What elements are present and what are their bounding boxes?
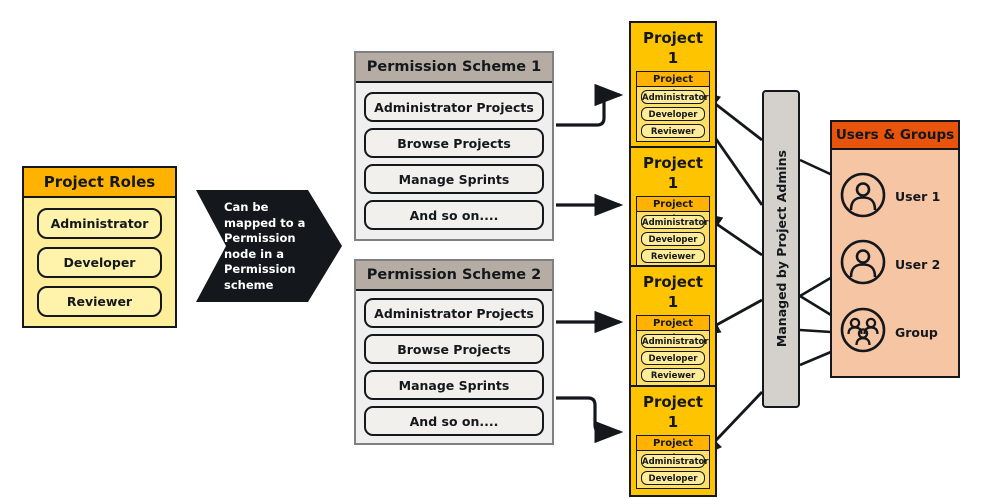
project-card-2: Project 1 Project Roles Administrator De… bbox=[629, 146, 717, 275]
project-role-administrator[interactable]: Administrator bbox=[641, 334, 709, 348]
group-icon bbox=[840, 307, 886, 357]
role-pill-reviewer[interactable]: Reviewer bbox=[37, 285, 162, 317]
project-roles-box: Project Roles Administrator Developer Re… bbox=[636, 196, 710, 267]
role-pill-administrator[interactable]: Administrator bbox=[37, 207, 162, 239]
user-icon bbox=[840, 172, 886, 222]
project-roles-box: Project Roles Administrator Developer Re… bbox=[636, 315, 710, 386]
permission-scheme-1-list: Administrator Projects Browse Projects M… bbox=[356, 83, 552, 239]
connector-scheme2-project4 bbox=[556, 396, 624, 444]
permission-item-manage-sprints[interactable]: Manage Sprints bbox=[364, 370, 544, 400]
list-item-group[interactable]: Group bbox=[840, 307, 952, 357]
permission-scheme-2-header: Permission Scheme 2 bbox=[356, 261, 552, 291]
project-title: Project 1 bbox=[642, 273, 704, 311]
permission-scheme-1-card: Permission Scheme 1 Administrator Projec… bbox=[354, 51, 554, 241]
project-roles-box: Project Roles Administrator Developer Re… bbox=[636, 71, 710, 142]
project-roles-list: Administrator Developer Reviewer bbox=[24, 198, 175, 326]
project-title: Project 1 bbox=[642, 393, 704, 431]
project-role-developer[interactable]: Developer bbox=[641, 107, 705, 121]
permission-scheme-1-header: Permission Scheme 1 bbox=[356, 53, 552, 83]
project-card-4: Project 1 Project Roles Administrator De… bbox=[629, 385, 717, 497]
user-label: User 1 bbox=[895, 189, 941, 205]
permission-item-and-so-on[interactable]: And so on.... bbox=[364, 406, 544, 436]
permission-item-administrator-projects[interactable]: Administrator Projects bbox=[364, 298, 544, 328]
permission-item-administrator-projects[interactable]: Administrator Projects bbox=[364, 92, 544, 122]
project-roles-list: Administrator Developer bbox=[637, 451, 709, 488]
project-title: Project 1 bbox=[642, 154, 704, 192]
project-card-1: Project 1 Project Roles Administrator De… bbox=[629, 21, 717, 150]
mapping-arrow: Can be mapped to a Permission node in a … bbox=[196, 182, 342, 310]
project-role-developer[interactable]: Developer bbox=[641, 232, 705, 246]
project-roles-header: Project Roles bbox=[637, 316, 709, 344]
permission-scheme-2-list: Administrator Projects Browse Projects M… bbox=[356, 291, 552, 443]
project-role-administrator[interactable]: Administrator bbox=[641, 215, 709, 229]
project-role-reviewer[interactable]: Reviewer bbox=[641, 249, 705, 263]
connector-scheme1-project1 bbox=[556, 83, 624, 127]
group-label: Group bbox=[895, 324, 938, 340]
project-roles-card: Project Roles Administrator Developer Re… bbox=[22, 166, 177, 328]
managed-by-project-admins-bar: Managed by Project Admins bbox=[762, 90, 800, 408]
project-roles-header: Project Roles bbox=[637, 436, 709, 464]
project-role-reviewer[interactable]: Reviewer bbox=[641, 368, 705, 382]
project-role-reviewer[interactable]: Reviewer bbox=[641, 124, 705, 138]
project-roles-box: Project Roles Administrator Developer bbox=[636, 435, 710, 489]
user-icon bbox=[840, 239, 886, 289]
users-and-groups-list: User 1 User 2 Group bbox=[832, 150, 958, 376]
permission-scheme-2-card: Permission Scheme 2 Administrator Projec… bbox=[354, 259, 554, 445]
project-role-administrator[interactable]: Administrator bbox=[641, 454, 709, 468]
project-card-3: Project 1 Project Roles Administrator De… bbox=[629, 265, 717, 394]
user-label: User 2 bbox=[895, 256, 941, 272]
project-roles-header: Project Roles bbox=[24, 168, 175, 198]
list-item-user-1[interactable]: User 1 bbox=[840, 172, 952, 222]
role-pill-developer[interactable]: Developer bbox=[37, 246, 162, 278]
diagram-canvas: Project Roles Administrator Developer Re… bbox=[0, 0, 1000, 500]
list-item-user-2[interactable]: User 2 bbox=[840, 239, 952, 289]
permission-item-browse-projects[interactable]: Browse Projects bbox=[364, 334, 544, 364]
permission-item-manage-sprints[interactable]: Manage Sprints bbox=[364, 164, 544, 194]
permission-item-browse-projects[interactable]: Browse Projects bbox=[364, 128, 544, 158]
project-roles-list: Administrator Developer Reviewer bbox=[637, 331, 709, 385]
project-role-administrator[interactable]: Administrator bbox=[641, 90, 709, 104]
project-title: Project 1 bbox=[642, 29, 704, 67]
managed-by-project-admins-label: Managed by Project Admins bbox=[773, 150, 789, 348]
project-roles-list: Administrator Developer Reviewer bbox=[637, 212, 709, 266]
project-roles-list: Administrator Developer Reviewer bbox=[637, 87, 709, 141]
users-and-groups-header: Users & Groups bbox=[832, 122, 958, 150]
project-roles-header: Project Roles bbox=[637, 197, 709, 225]
project-role-developer[interactable]: Developer bbox=[641, 471, 705, 485]
project-roles-header: Project Roles bbox=[637, 72, 709, 100]
permission-item-and-so-on[interactable]: And so on.... bbox=[364, 200, 544, 230]
project-role-developer[interactable]: Developer bbox=[641, 351, 705, 365]
users-and-groups-card: Users & Groups User 1 User 2 Group bbox=[830, 120, 960, 378]
mapping-arrow-text: Can be mapped to a Permission node in a … bbox=[224, 200, 306, 292]
